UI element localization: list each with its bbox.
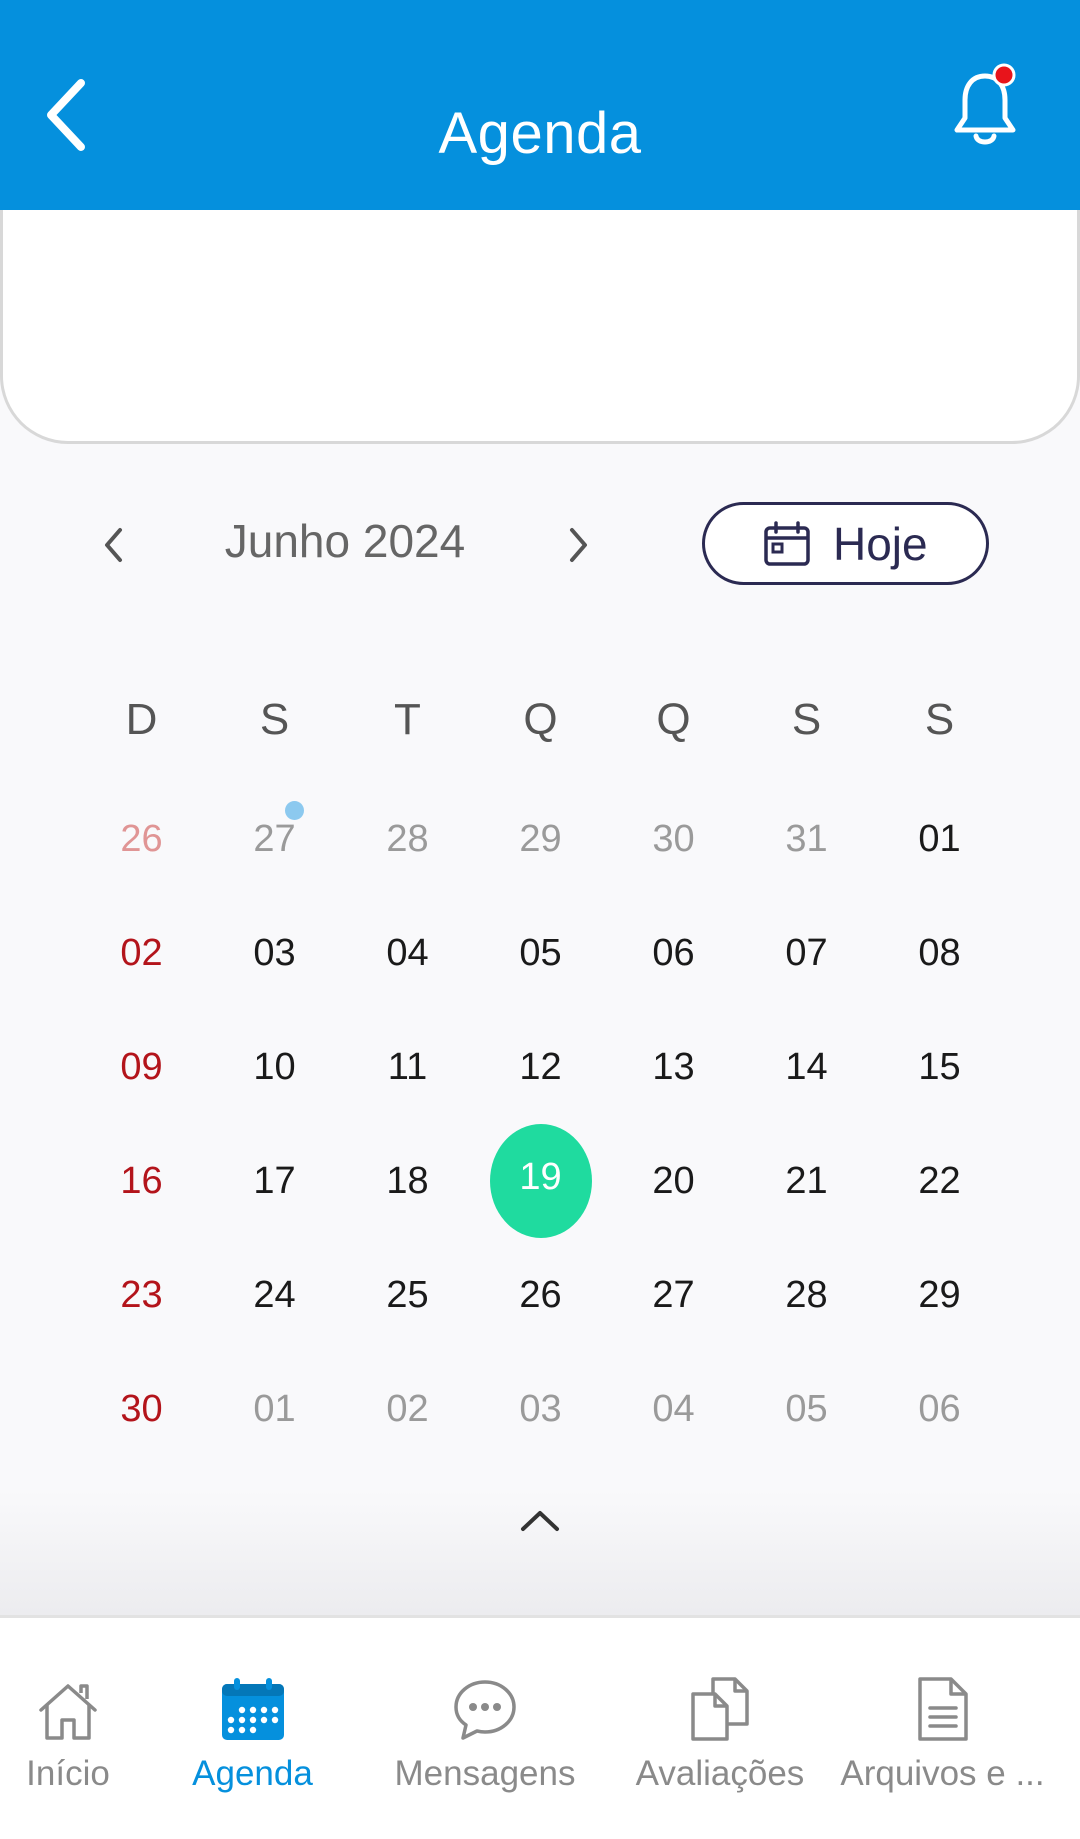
calendar-day[interactable]: 11 <box>341 1010 474 1124</box>
calendar-day-today[interactable]: 19 <box>474 1124 607 1238</box>
month-label: Junho 2024 <box>224 515 466 567</box>
calendar-day[interactable]: 20 <box>607 1124 740 1238</box>
chevron-left-icon <box>105 528 122 562</box>
previous-month-button[interactable] <box>90 520 140 570</box>
notification-dot <box>992 63 1016 87</box>
calendar-day[interactable]: 23 <box>75 1238 208 1352</box>
calendar-day[interactable]: 05 <box>740 1352 873 1466</box>
month-navigation: Junho 2024 Hoje <box>0 500 1080 590</box>
calendar-day[interactable]: 05 <box>474 896 607 1010</box>
bell-icon <box>954 63 1016 145</box>
calendar-day[interactable]: 28 <box>740 1238 873 1352</box>
collapse-calendar-button[interactable] <box>515 1495 565 1545</box>
calendar-day[interactable]: 27 <box>208 782 341 896</box>
calendar-day[interactable]: 18 <box>341 1124 474 1238</box>
calendar-day[interactable]: 24 <box>208 1238 341 1352</box>
calendar-day[interactable]: 04 <box>341 896 474 1010</box>
calendar-day[interactable]: 01 <box>208 1352 341 1466</box>
calendar-day[interactable]: 03 <box>208 896 341 1010</box>
calendar-week: 16 17 18 19 20 21 22 <box>75 1124 1007 1238</box>
event-indicator-dot <box>285 801 304 820</box>
calendar-day[interactable]: 21 <box>740 1124 873 1238</box>
nav-label: Início <box>26 1754 110 1793</box>
calendar-day[interactable]: 12 <box>474 1010 607 1124</box>
calendar-day[interactable]: 13 <box>607 1010 740 1124</box>
calendar-week: 02 03 04 05 06 07 08 <box>75 896 1007 1010</box>
weekday-label: T <box>394 695 421 744</box>
calendar-day[interactable]: 29 <box>873 1238 1006 1352</box>
nav-label: Arquivos e ... <box>840 1754 1045 1793</box>
calendar-day[interactable]: 08 <box>873 896 1006 1010</box>
calendar-day[interactable]: 29 <box>474 782 607 896</box>
weekday-label: S <box>791 695 822 744</box>
documents-icon <box>691 1677 749 1741</box>
file-icon <box>917 1677 968 1741</box>
nav-label: Agenda <box>192 1754 313 1793</box>
calendar-day[interactable]: 30 <box>75 1352 208 1466</box>
calendar-day[interactable]: 06 <box>607 896 740 1010</box>
calendar-week: 09 10 11 12 13 14 15 <box>75 1010 1007 1124</box>
notifications-button[interactable] <box>945 60 1025 150</box>
weekday-label: Q <box>656 695 691 744</box>
calendar-week: 26 27 28 29 30 31 01 <box>75 782 1007 896</box>
nav-item-agenda[interactable]: Agenda <box>185 1618 320 1839</box>
calendar-day[interactable]: 01 <box>873 782 1006 896</box>
calendar-day[interactable]: 30 <box>607 782 740 896</box>
weekday-label: D <box>125 695 158 744</box>
top-card <box>0 210 1080 444</box>
home-icon <box>39 1684 97 1740</box>
calendar-day[interactable]: 04 <box>607 1352 740 1466</box>
calendar-day[interactable]: 02 <box>341 1352 474 1466</box>
calendar-day[interactable]: 26 <box>474 1238 607 1352</box>
chevron-up-icon <box>521 1511 559 1531</box>
calendar-day[interactable]: 09 <box>75 1010 208 1124</box>
today-button[interactable]: Hoje <box>702 502 989 585</box>
calendar-day[interactable]: 27 <box>607 1238 740 1352</box>
next-month-button[interactable] <box>552 520 602 570</box>
calendar-day[interactable]: 25 <box>341 1238 474 1352</box>
calendar-day[interactable]: 16 <box>75 1124 208 1238</box>
chat-icon <box>454 1680 516 1740</box>
calendar-day[interactable]: 31 <box>740 782 873 896</box>
page-title: Agenda <box>438 101 642 166</box>
calendar-day[interactable]: 22 <box>873 1124 1006 1238</box>
nav-item-arquivos[interactable]: Arquivos e ... <box>840 1618 1045 1839</box>
calendar-day[interactable]: 07 <box>740 896 873 1010</box>
calendar-week: 23 24 25 26 27 28 29 <box>75 1238 1007 1352</box>
calendar-day[interactable]: 10 <box>208 1010 341 1124</box>
chevron-right-icon <box>570 528 587 562</box>
calendar-icon <box>221 1678 284 1740</box>
calendar-day[interactable]: 02 <box>75 896 208 1010</box>
calendar-day[interactable]: 17 <box>208 1124 341 1238</box>
weekday-label: S <box>924 695 955 744</box>
calendar-icon <box>764 520 810 566</box>
calendar-day[interactable]: 06 <box>873 1352 1006 1466</box>
calendar-day[interactable]: 14 <box>740 1010 873 1124</box>
calendar-day[interactable]: 15 <box>873 1010 1006 1124</box>
calendar-week: 30 01 02 03 04 05 06 <box>75 1352 1007 1466</box>
nav-item-avaliacoes[interactable]: Avaliações <box>630 1618 810 1839</box>
nav-item-mensagens[interactable]: Mensagens <box>390 1618 580 1839</box>
bottom-navigation: Início Agenda Mensagens Avaliações Arqui… <box>0 1615 1080 1839</box>
weekday-header: D S T Q Q S S <box>75 695 1007 755</box>
weekday-label: Q <box>523 695 558 744</box>
calendar-day[interactable]: 26 <box>75 782 208 896</box>
calendar-day[interactable]: 28 <box>341 782 474 896</box>
today-button-label: Hoje <box>833 517 928 570</box>
nav-label: Mensagens <box>394 1754 576 1793</box>
app-header: Agenda <box>0 0 1080 210</box>
nav-item-inicio[interactable]: Início <box>18 1618 118 1839</box>
weekday-label: S <box>259 695 290 744</box>
nav-label: Avaliações <box>635 1754 805 1793</box>
calendar-day[interactable]: 03 <box>474 1352 607 1466</box>
